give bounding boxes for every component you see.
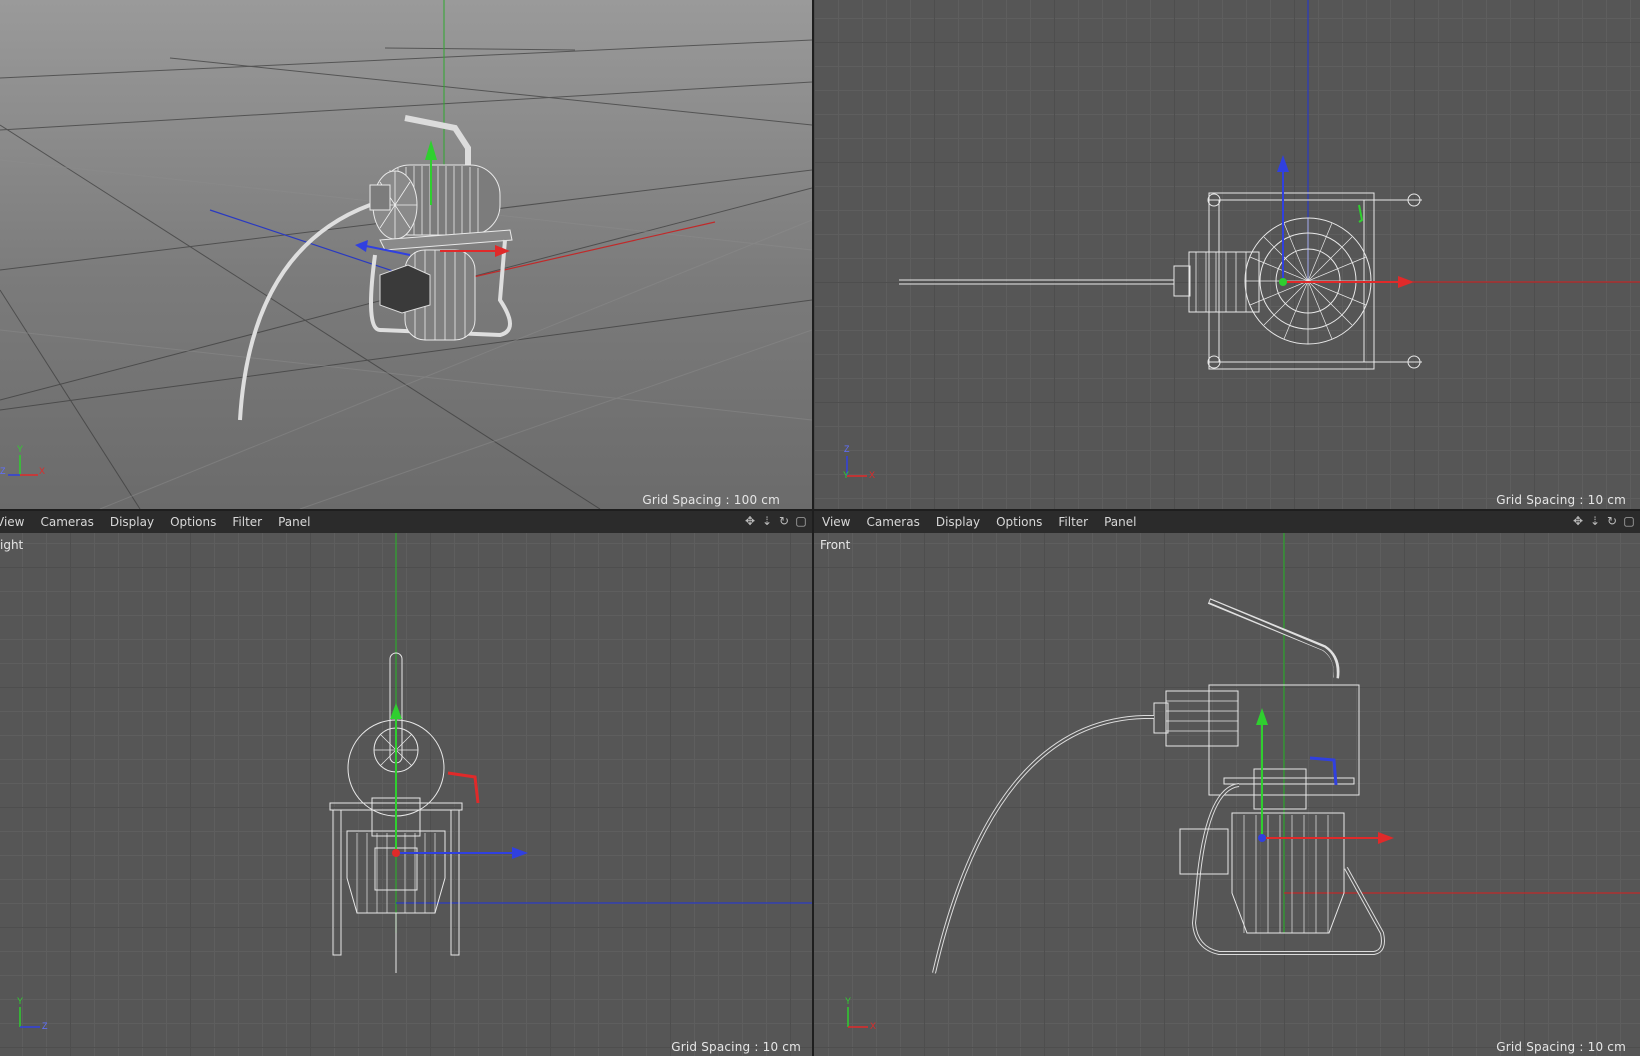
menu-panel[interactable]: Panel [1096,515,1144,529]
gizmo-label-x: X [870,1021,877,1031]
gizmo-label-z: Z [0,466,6,476]
viewport-label: ight [0,538,24,552]
grid-spacing-label: Grid Spacing : 100 cm [642,493,780,507]
front-viewport-menubar: View Cameras Display Options Filter Pane… [814,511,1640,533]
rotate-icon[interactable]: ↻ [777,514,791,528]
perspective-viewport[interactable]: Y Z X Grid Spacing : 100 cm [0,0,812,509]
gizmo-label-y: Y [845,996,852,1006]
grid-spacing-label: Grid Spacing : 10 cm [671,1040,801,1054]
top-viewport[interactable]: Z Y X Grid Spacing : 10 cm [814,0,1640,509]
gizmo-label-x: X [869,470,876,480]
menu-display[interactable]: Display [102,515,162,529]
right-viewport[interactable]: ight Y Z Grid Spacing : 10 cm [0,533,812,1056]
menu-filter[interactable]: Filter [1050,515,1096,529]
gizmo-label-y: Y [17,444,24,454]
viewport-label: Front [820,538,851,552]
grid-spacing-label: Grid Spacing : 10 cm [1496,1040,1626,1054]
maximize-icon[interactable]: ▢ [794,514,808,528]
dolly-icon[interactable]: ⇣ [1588,514,1602,528]
perspective-scene [0,0,812,509]
menu-cameras[interactable]: Cameras [858,515,927,529]
grid-spacing-label: Grid Spacing : 10 cm [1496,493,1626,507]
menu-panel[interactable]: Panel [270,515,318,529]
dolly-icon[interactable]: ⇣ [760,514,774,528]
menu-options[interactable]: Options [162,515,224,529]
move-icon[interactable]: ✥ [743,514,757,528]
gizmo-label-z: Z [42,1021,48,1031]
gizmo-label-y: Y [17,996,24,1006]
menu-cameras[interactable]: Cameras [32,515,101,529]
maximize-icon[interactable]: ▢ [1622,514,1636,528]
front-scene [847,533,1640,1028]
right-scene [19,533,812,1028]
gizmo-label-y: Y [843,470,850,480]
rotate-icon[interactable]: ↻ [1605,514,1619,528]
move-icon[interactable]: ✥ [1571,514,1585,528]
gizmo-label-z: Z [844,444,850,454]
menu-view[interactable]: View [814,515,858,529]
gizmo-label-x: X [39,466,46,476]
menu-options[interactable]: Options [988,515,1050,529]
top-scene [846,0,1640,477]
menu-view[interactable]: View [0,515,32,529]
front-viewport[interactable]: Front Y X Grid Spacing : 10 cm [814,533,1640,1056]
right-viewport-menubar: View Cameras Display Options Filter Pane… [0,511,812,533]
menu-display[interactable]: Display [928,515,988,529]
menu-filter[interactable]: Filter [224,515,270,529]
